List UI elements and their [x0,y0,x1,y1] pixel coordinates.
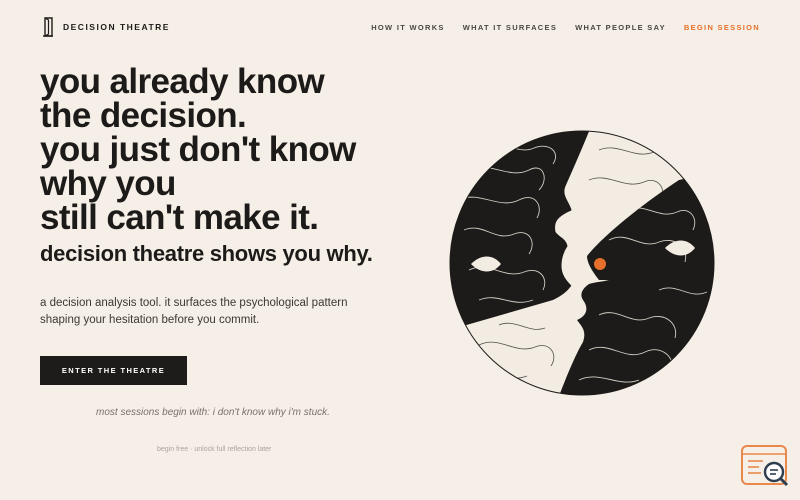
fine-print: begin free · unlock full reflection late… [157,446,272,453]
headline-line-3: you just don't know [40,130,356,169]
door-logo-icon [43,17,53,37]
site-header: DECISION THEATRE HOW IT WORKS WHAT IT SU… [0,0,800,58]
nav-how-it-works[interactable]: HOW IT WORKS [371,23,445,32]
hero-subheadline: decision theatre shows you why. [40,241,373,266]
description-line-2: shaping your hesitation before you commi… [40,314,260,326]
headline-line-1: you already know [40,62,325,101]
description-line-1: a decision analysis tool. it surfaces th… [40,297,348,309]
split-brain-faces-icon [449,130,715,396]
hero-description: a decision analysis tool. it surfaces th… [40,295,400,329]
search-browser-icon[interactable] [741,445,791,487]
logo-text: DECISION THEATRE [63,22,170,32]
nav-begin-session[interactable]: BEGIN SESSION [684,23,760,32]
main-nav: HOW IT WORKS WHAT IT SURFACES WHAT PEOPL… [371,23,760,32]
enter-theatre-button[interactable]: ENTER THE THEATRE [40,356,187,385]
hero-quote: most sessions begin with: i don't know w… [96,407,330,418]
nav-what-people-say[interactable]: WHAT PEOPLE SAY [575,23,666,32]
nav-what-it-surfaces[interactable]: WHAT IT SURFACES [463,23,557,32]
headline-line-2: the decision. [40,96,247,135]
hero-headline: you already know the decision. you just … [40,62,373,269]
logo[interactable]: DECISION THEATRE [42,17,170,37]
headline-line-4: why you [40,164,176,203]
headline-line-5: still can't make it. [40,198,319,237]
